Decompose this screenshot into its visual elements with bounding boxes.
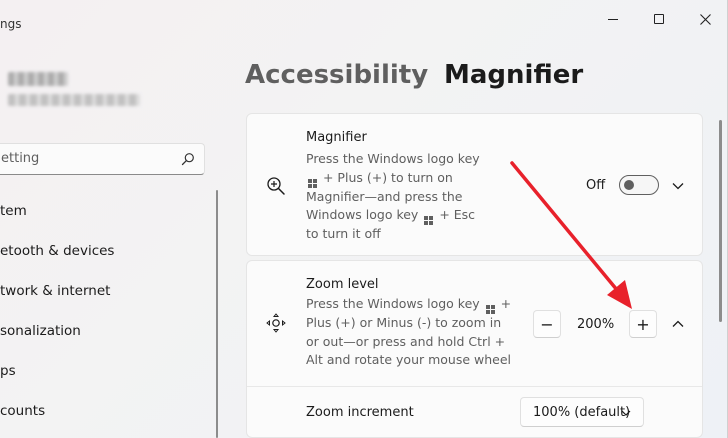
minimize-icon	[608, 18, 618, 20]
settings-search-box[interactable]: etting	[0, 143, 205, 175]
search-icon[interactable]	[181, 152, 195, 166]
page-title: Magnifier	[444, 60, 584, 90]
chevron-down-icon	[621, 410, 631, 416]
windows-logo-icon	[424, 216, 434, 226]
desc-line: Windows logo key	[306, 207, 419, 223]
search-input[interactable]: etting	[1, 151, 39, 166]
zoom-level-setting-card: Zoom level Press the Windows logo key + …	[246, 260, 703, 438]
settings-window: ngs etting tem etooth & devices twork & …	[0, 0, 728, 438]
sidebar-item-network-internet[interactable]: twork & internet	[0, 276, 205, 306]
magnifier-title: Magnifier	[306, 130, 367, 145]
content-scrollbar[interactable]	[719, 120, 722, 322]
zoom-increment-dropdown[interactable]: 100% (default)	[520, 397, 644, 427]
sidebar-scrollbar[interactable]	[216, 190, 218, 438]
zoom-in-icon	[267, 177, 285, 195]
desc-line: + Plus (+) to turn on	[322, 169, 453, 185]
maximize-button[interactable]	[636, 6, 682, 32]
magnifier-toggle-label: Off	[586, 178, 606, 193]
zoom-increment-label: Zoom increment	[306, 405, 414, 420]
zoom-in-button[interactable]: +	[629, 310, 657, 338]
desc-line: to turn it off	[306, 226, 381, 242]
windows-logo-icon	[485, 305, 495, 314]
user-email-redacted	[8, 94, 140, 106]
windows-logo-icon	[308, 178, 317, 188]
sidebar-item-apps[interactable]: ps	[0, 356, 205, 386]
desc-line: Press the Windows logo key	[306, 296, 480, 311]
desc-line: Alt and rotate your mouse wheel	[306, 352, 512, 368]
desc-line: Magnifier—and press the	[306, 188, 463, 204]
close-icon	[699, 13, 711, 25]
maximize-icon	[654, 14, 664, 24]
window-title: ngs	[0, 17, 22, 31]
desc-line: Press the Windows logo key	[306, 151, 480, 166]
desc-line: +	[500, 296, 512, 311]
magnifier-description: Press the Windows logo key + Plus (+) to…	[306, 150, 521, 244]
zoom-level-description: Press the Windows logo key + Plus (+) or…	[306, 295, 526, 370]
breadcrumb-separator: ›	[415, 68, 423, 89]
toggle-knob	[624, 180, 634, 190]
sidebar-item-bluetooth-devices[interactable]: etooth & devices	[0, 236, 205, 266]
chevron-up-icon[interactable]	[672, 318, 684, 330]
sidebar-item-accounts[interactable]: counts	[0, 396, 205, 426]
zoom-level-value: 200%	[577, 317, 615, 332]
close-button[interactable]	[682, 6, 728, 32]
zoom-increment-value: 100% (default)	[533, 405, 631, 420]
desc-line: + Esc	[439, 207, 476, 223]
chevron-down-icon[interactable]	[672, 180, 684, 192]
magnifier-setting-card[interactable]: Magnifier Press the Windows logo key + P…	[246, 113, 703, 256]
magnifier-toggle[interactable]	[619, 175, 659, 195]
zoom-out-button[interactable]: −	[533, 310, 561, 338]
sidebar-item-personalization[interactable]: sonalization	[0, 316, 205, 346]
user-name-redacted	[8, 72, 68, 86]
zoom-level-title: Zoom level	[306, 277, 379, 292]
card-divider	[247, 386, 702, 387]
breadcrumb-parent[interactable]: Accessibility	[245, 60, 428, 90]
minimize-button[interactable]	[590, 6, 636, 32]
move-icon	[266, 313, 286, 333]
desc-line: or out—or press and hold Ctrl +	[306, 333, 506, 349]
desc-line: Plus (+) or Minus (-) to zoom in	[306, 315, 502, 330]
sidebar-item-system[interactable]: tem	[0, 196, 205, 226]
